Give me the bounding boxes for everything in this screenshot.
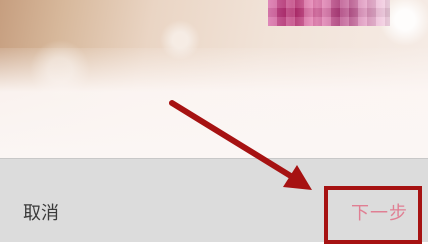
pixelated-content	[268, 0, 390, 26]
background-photo	[0, 0, 428, 158]
bottom-action-bar: 取消 下一步	[0, 158, 428, 242]
cancel-button[interactable]: 取消	[23, 205, 59, 223]
next-step-button[interactable]: 下一步	[351, 205, 408, 223]
photo-fade	[0, 48, 428, 158]
